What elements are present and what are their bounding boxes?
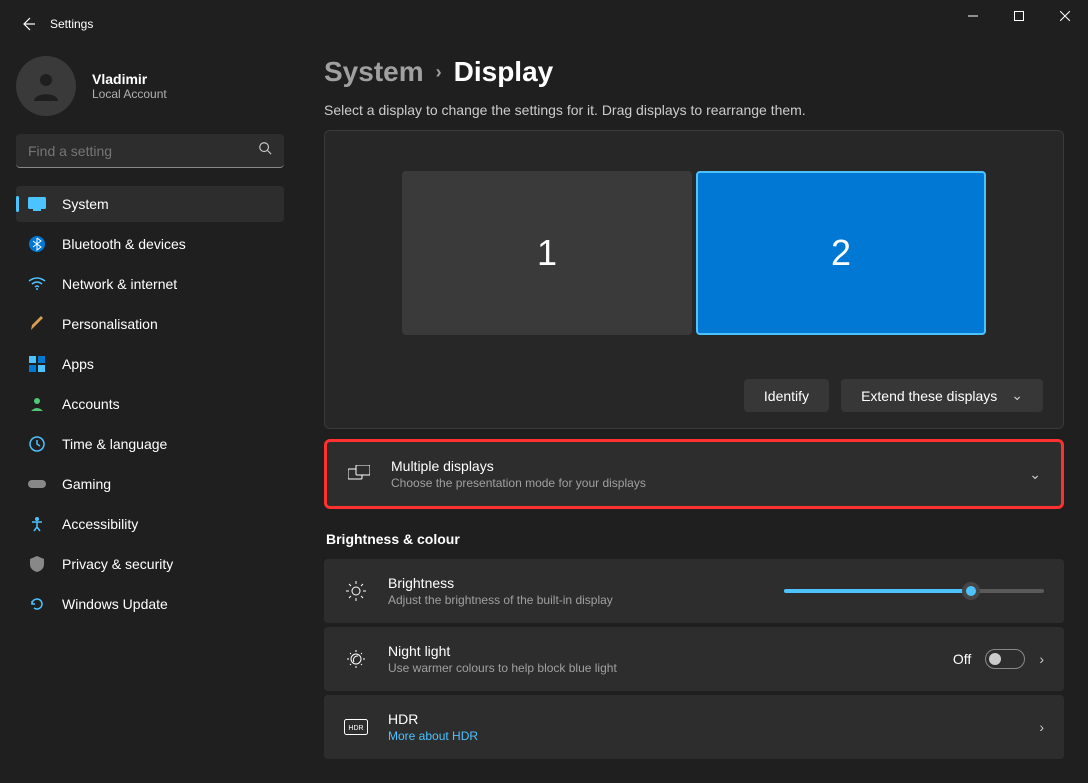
- accessibility-icon: [28, 515, 46, 533]
- brightness-card[interactable]: Brightness Adjust the brightness of the …: [324, 559, 1064, 623]
- sidebar-item-bluetooth[interactable]: Bluetooth & devices: [16, 226, 284, 262]
- page-subtitle: Select a display to change the settings …: [324, 102, 1064, 118]
- displays-icon: [347, 465, 371, 483]
- search-field[interactable]: [28, 143, 258, 159]
- main-content: System › Display Select a display to cha…: [300, 48, 1088, 783]
- hdr-title: HDR: [388, 711, 1019, 727]
- nav-label: Accounts: [62, 396, 120, 412]
- sidebar-item-network[interactable]: Network & internet: [16, 266, 284, 302]
- sidebar: Vladimir Local Account System Bluetooth …: [0, 48, 300, 783]
- display-arrangement-box: 1 2 Identify Extend these displays ⌄: [324, 130, 1064, 429]
- sidebar-item-update[interactable]: Windows Update: [16, 586, 284, 622]
- section-brightness-colour: Brightness & colour: [326, 531, 1064, 547]
- multiple-displays-title: Multiple displays: [391, 458, 1009, 474]
- svg-text:HDR: HDR: [348, 725, 363, 732]
- moon-icon: [344, 649, 368, 669]
- user-name: Vladimir: [92, 71, 167, 87]
- search-icon: [258, 141, 272, 160]
- nav-label: Network & internet: [62, 276, 177, 292]
- chevron-right-icon: ›: [1039, 651, 1044, 667]
- multiple-displays-sub: Choose the presentation mode for your di…: [391, 476, 1009, 490]
- chevron-down-icon: ⌄: [1011, 387, 1023, 404]
- nav-label: Accessibility: [62, 516, 138, 532]
- apps-icon: [28, 355, 46, 373]
- back-button[interactable]: [8, 4, 48, 44]
- sidebar-item-personalisation[interactable]: Personalisation: [16, 306, 284, 342]
- extend-label: Extend these displays: [861, 388, 997, 404]
- user-profile[interactable]: Vladimir Local Account: [16, 56, 284, 116]
- brightness-sub: Adjust the brightness of the built-in di…: [388, 593, 764, 607]
- night-light-sub: Use warmer colours to help block blue li…: [388, 661, 933, 675]
- system-icon: [28, 195, 46, 213]
- brush-icon: [28, 315, 46, 333]
- sidebar-item-time[interactable]: Time & language: [16, 426, 284, 462]
- nav-label: Bluetooth & devices: [62, 236, 186, 252]
- sun-icon: [344, 581, 368, 601]
- sidebar-item-system[interactable]: System: [16, 186, 284, 222]
- window-title: Settings: [50, 17, 93, 31]
- nav-label: Time & language: [62, 436, 167, 452]
- search-input[interactable]: [16, 134, 284, 168]
- nav-label: Apps: [62, 356, 94, 372]
- nav-label: Privacy & security: [62, 556, 173, 572]
- nav-label: System: [62, 196, 109, 212]
- night-light-state: Off: [953, 651, 971, 667]
- nav-label: Gaming: [62, 476, 111, 492]
- breadcrumb: System › Display: [324, 56, 1064, 88]
- extend-displays-dropdown[interactable]: Extend these displays ⌄: [841, 379, 1043, 412]
- brightness-title: Brightness: [388, 575, 764, 591]
- sidebar-item-accounts[interactable]: Accounts: [16, 386, 284, 422]
- chevron-right-icon: ›: [1039, 719, 1044, 735]
- nav: System Bluetooth & devices Network & int…: [16, 186, 284, 622]
- bluetooth-icon: [28, 235, 46, 253]
- nav-label: Personalisation: [62, 316, 158, 332]
- chevron-down-icon: ⌄: [1029, 466, 1041, 483]
- monitor-1[interactable]: 1: [402, 171, 692, 335]
- update-icon: [28, 595, 46, 613]
- game-icon: [28, 475, 46, 493]
- breadcrumb-parent[interactable]: System: [324, 56, 424, 88]
- breadcrumb-current: Display: [454, 56, 554, 88]
- hdr-icon: HDR: [344, 719, 368, 735]
- night-light-toggle[interactable]: [985, 649, 1025, 669]
- person-icon: [28, 395, 46, 413]
- clock-icon: [28, 435, 46, 453]
- identify-button[interactable]: Identify: [744, 379, 829, 412]
- nav-label: Windows Update: [62, 596, 168, 612]
- wifi-icon: [28, 275, 46, 293]
- close-button[interactable]: [1042, 0, 1088, 32]
- avatar-icon: [16, 56, 76, 116]
- hdr-card[interactable]: HDR HDR More about HDR ›: [324, 695, 1064, 759]
- account-type: Local Account: [92, 87, 167, 101]
- night-light-card[interactable]: Night light Use warmer colours to help b…: [324, 627, 1064, 691]
- sidebar-item-apps[interactable]: Apps: [16, 346, 284, 382]
- shield-icon: [28, 555, 46, 573]
- minimize-button[interactable]: [950, 0, 996, 32]
- sidebar-item-gaming[interactable]: Gaming: [16, 466, 284, 502]
- monitors-container: 1 2: [345, 171, 1043, 335]
- hdr-link[interactable]: More about HDR: [388, 729, 1019, 743]
- sidebar-item-privacy[interactable]: Privacy & security: [16, 546, 284, 582]
- chevron-right-icon: ›: [436, 62, 442, 83]
- multiple-displays-card[interactable]: Multiple displays Choose the presentatio…: [324, 439, 1064, 509]
- monitor-2[interactable]: 2: [696, 171, 986, 335]
- night-light-title: Night light: [388, 643, 933, 659]
- sidebar-item-accessibility[interactable]: Accessibility: [16, 506, 284, 542]
- brightness-slider[interactable]: [784, 589, 1044, 593]
- maximize-button[interactable]: [996, 0, 1042, 32]
